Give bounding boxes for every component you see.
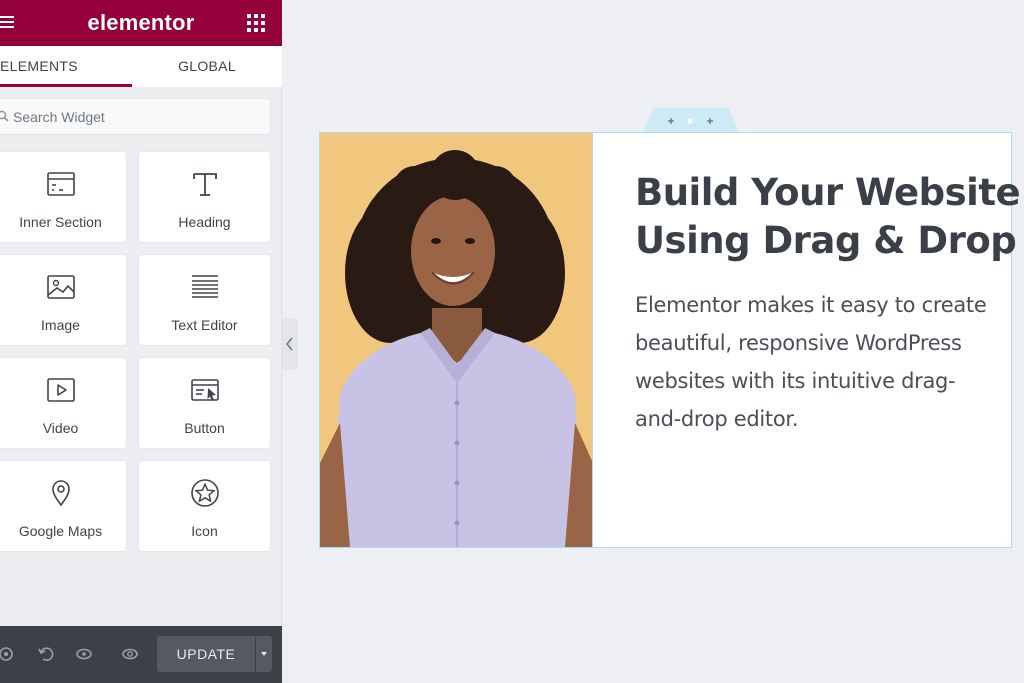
search-input[interactable] [13,107,253,127]
settings-icon[interactable] [0,644,16,664]
widget-heading[interactable]: Heading [138,151,271,243]
editor-panel: elementor ELEMENTS GLOBAL Search Widget … [0,0,282,683]
heading-line: Build Your Website [635,171,1021,214]
widget-label: Icon [191,523,218,539]
description-line: and-drop editor. [635,407,799,431]
elementor-logo: elementor [87,10,195,35]
collapse-panel-toggle[interactable] [282,318,298,370]
update-button[interactable]: UPDATE [157,636,255,672]
heading-icon [192,173,217,196]
widget-label: Google Maps [18,523,103,539]
widget-label: Button [184,420,225,436]
panel-footer: UPDATE [0,626,282,683]
text-editor-icon [191,275,218,298]
widgets-grid-icon[interactable] [247,14,265,32]
tab-global-label: GLOBAL [178,58,236,74]
search-widget-box [0,98,271,135]
tab-global[interactable]: GLOBAL [132,46,282,87]
hero-section[interactable]: Build Your Website Using Drag & Drop Ele… [319,132,1021,548]
responsive-mode-icon[interactable] [74,644,94,664]
move-section-icon [687,118,693,124]
text-column[interactable]: Build Your Website Using Drag & Drop Ele… [594,133,1021,547]
star-icon [190,479,219,507]
hero-description[interactable]: Elementor makes it easy to create beauti… [635,286,995,438]
widget-label: Inner Section [19,214,102,230]
widget-text-editor[interactable]: Text Editor [138,254,271,346]
undo-history-icon[interactable] [36,644,56,664]
widget-inner-section[interactable]: Inner Section [0,151,127,243]
tab-elements[interactable]: ELEMENTS [0,46,132,87]
widget-label: Image [41,317,80,333]
widget-label: Text Editor [171,317,238,333]
search-icon [0,110,9,122]
update-options-caret[interactable] [256,636,272,672]
chevron-left-icon [285,337,293,351]
panel-header: elementor [0,0,282,46]
widget-label: Heading [178,214,231,230]
panel-tabs: ELEMENTS GLOBAL [0,46,282,87]
heading-line: Using Drag & Drop [635,219,1017,262]
caret-down-icon [261,652,267,656]
widget-video[interactable]: Video [0,357,127,449]
description-line: Elementor makes it easy to create [635,293,987,317]
button-icon [190,379,219,401]
widget-icon[interactable]: Icon [138,460,271,552]
tab-elements-label: ELEMENTS [0,58,78,74]
hero-heading[interactable]: Build Your Website Using Drag & Drop [635,169,1021,265]
description-line: beautiful, responsive WordPress [635,331,962,355]
woman-portrait-image [320,133,592,547]
inner-section-icon [46,172,75,196]
widget-image[interactable]: Image [0,254,127,346]
widget-label: Video [42,420,79,436]
image-icon [46,275,75,299]
widget-google-maps[interactable]: Google Maps [0,460,127,552]
section-handle[interactable] [643,108,739,133]
preview-eye-icon[interactable] [120,644,140,664]
description-line: websites with its intuitive drag- [635,369,956,393]
video-icon [46,378,75,402]
map-pin-icon [51,480,70,507]
portrait-photo[interactable] [320,133,593,547]
widget-button[interactable]: Button [138,357,271,449]
